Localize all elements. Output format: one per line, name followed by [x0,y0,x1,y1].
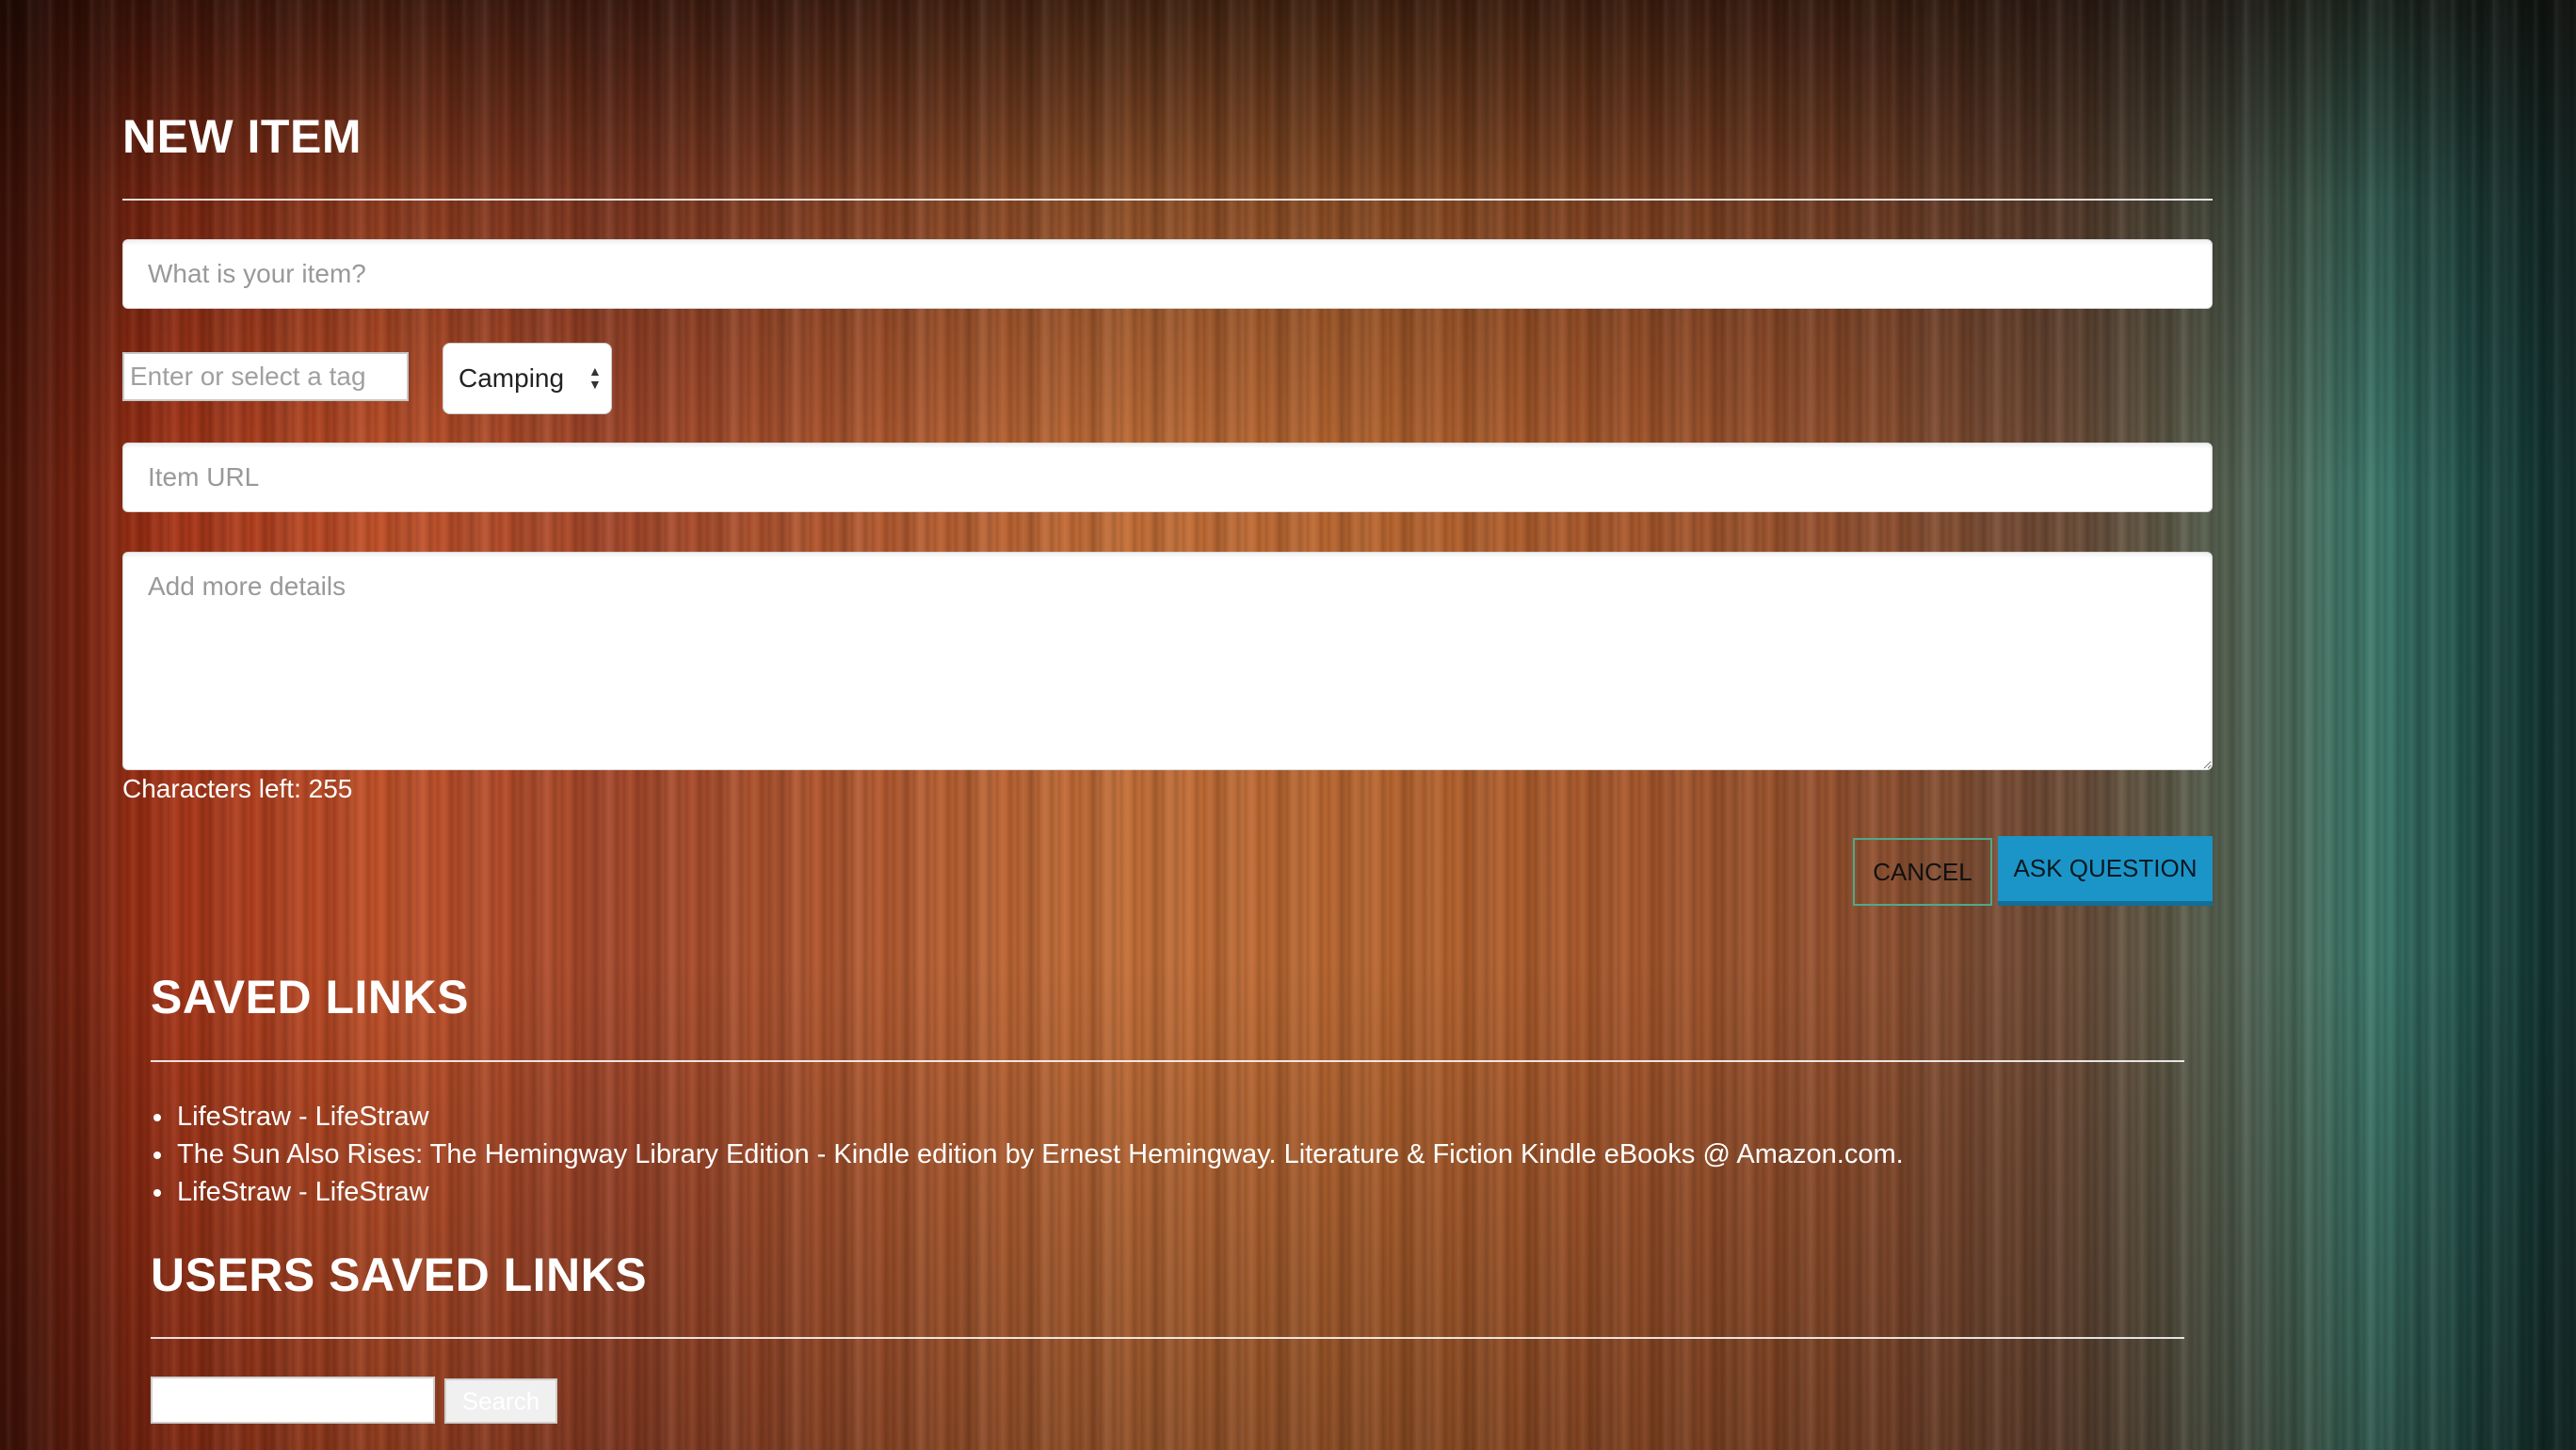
users-search-button[interactable]: Search [444,1378,557,1424]
list-item: The Sun Also Rises: The Hemingway Librar… [175,1136,1904,1173]
item-name-input[interactable] [122,239,2213,309]
category-select-value: Camping [459,363,565,393]
users-search-input[interactable] [151,1377,435,1424]
users-saved-links-divider [151,1337,2184,1339]
list-item: LifeStraw - LifeStraw [175,1173,1904,1211]
select-updown-arrows-icon: ▲ ▼ [588,363,602,392]
characters-left-counter: Characters left: 255 [122,774,352,804]
saved-links-divider [151,1060,2184,1062]
category-select[interactable]: Camping ▲ ▼ [443,343,612,414]
saved-link[interactable]: The Sun Also Rises: The Hemingway Librar… [177,1139,1904,1169]
new-item-divider [122,199,2213,201]
characters-left-value: 255 [308,774,353,803]
saved-link[interactable]: LifeStraw - LifeStraw [177,1102,429,1132]
saved-links-heading: SAVED LINKS [151,971,469,1023]
tag-input[interactable] [122,352,409,401]
characters-left-label: Characters left: [122,774,301,803]
users-saved-links-heading: USERS SAVED LINKS [151,1249,648,1301]
saved-links-list: LifeStraw - LifeStraw The Sun Also Rises… [151,1098,1904,1211]
cancel-button[interactable]: CANCEL [1853,838,1992,906]
new-item-heading: NEW ITEM [122,110,362,163]
saved-link[interactable]: LifeStraw - LifeStraw [177,1177,429,1207]
list-item: LifeStraw - LifeStraw [175,1098,1904,1136]
item-url-input[interactable] [122,443,2213,512]
page-background: { "new_item": { "title": "NEW ITEM", "it… [0,0,2576,1450]
ask-question-button[interactable]: ASK QUESTION [1998,836,2213,906]
details-textarea[interactable] [122,552,2213,770]
